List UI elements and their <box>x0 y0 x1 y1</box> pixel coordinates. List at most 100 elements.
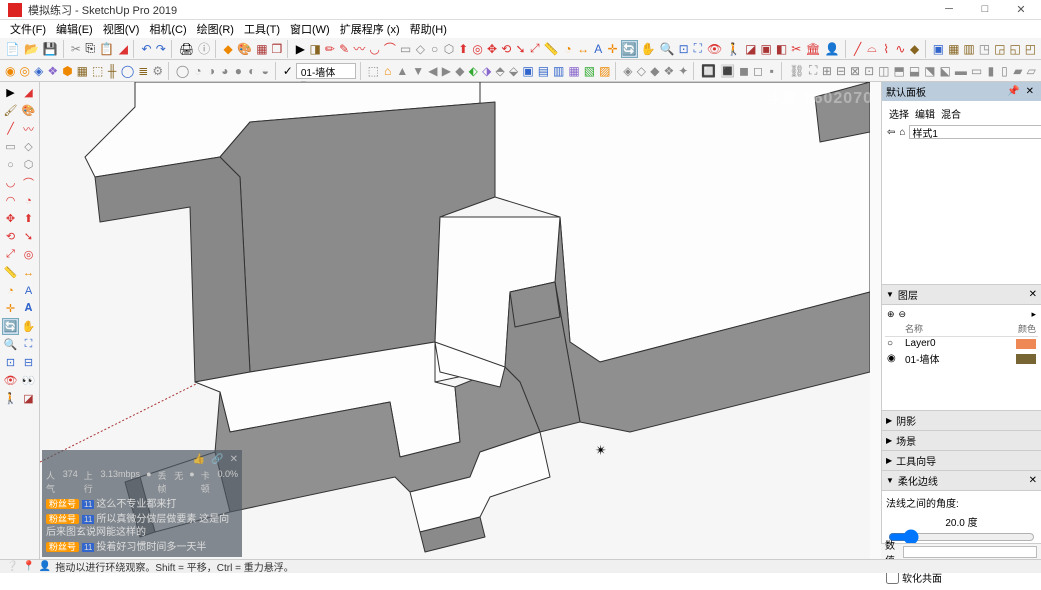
lt-rotate-icon[interactable]: ⟲ <box>2 228 19 245</box>
ext-line-icon[interactable]: ╱ <box>852 40 864 58</box>
lt-zoomext-icon[interactable]: ⛶ <box>20 336 37 353</box>
lt-push-icon[interactable]: ⬆ <box>20 210 37 227</box>
walk-icon[interactable]: 🚶 <box>725 40 742 58</box>
dimension-icon[interactable]: ↔ <box>576 40 590 58</box>
text-icon[interactable]: A <box>592 40 604 58</box>
g11-icon[interactable]: ⬕ <box>939 62 952 80</box>
lt-prev-icon[interactable]: ⊟ <box>20 354 37 371</box>
overlay-like-icon[interactable]: 👍 <box>193 454 205 465</box>
solid-7-icon[interactable]: ⬚ <box>91 62 104 80</box>
lt-poly-icon[interactable]: ⬡ <box>20 156 37 173</box>
g14-icon[interactable]: ▮ <box>985 62 996 80</box>
component-icon[interactable]: ◆ <box>222 40 234 58</box>
menu-help[interactable]: 帮助(H) <box>406 19 451 39</box>
ext-2-icon[interactable]: ▣ <box>932 40 945 58</box>
f5-icon[interactable]: ▪ <box>766 62 777 80</box>
f1-icon[interactable]: 🔲 <box>700 62 717 80</box>
layer-mgr-icon[interactable]: ≣ <box>137 62 149 80</box>
measurements-input[interactable] <box>903 546 1037 558</box>
lt-select-icon[interactable]: ▶ <box>2 84 19 101</box>
home-icon[interactable]: ⌂ <box>899 127 905 138</box>
g3-icon[interactable]: ⊞ <box>821 62 833 80</box>
check-icon[interactable]: ✓ <box>282 62 294 80</box>
v2-icon[interactable]: ⌂ <box>382 62 393 80</box>
r4-icon[interactable]: ◕ <box>219 62 230 80</box>
g4-icon[interactable]: ⊟ <box>835 62 847 80</box>
lt-paint-icon[interactable]: 🖌 <box>2 102 19 119</box>
e1-icon[interactable]: ◈ <box>622 62 633 80</box>
lt-pie-icon[interactable]: ◔ <box>20 192 37 209</box>
v3-icon[interactable]: ▲ <box>395 62 409 80</box>
style-name-input[interactable] <box>909 125 1041 139</box>
solid-8-icon[interactable]: ╫ <box>106 62 117 80</box>
pushpull-icon[interactable]: ⬆ <box>457 40 469 58</box>
solid-9-icon[interactable]: ◯ <box>120 62 135 80</box>
g9-icon[interactable]: ⬓ <box>908 62 921 80</box>
f3-icon[interactable]: ◼ <box>738 62 750 80</box>
lt-scale-icon[interactable]: ⤢ <box>2 246 19 263</box>
back-arrow-icon[interactable]: ⇦ <box>887 127 895 138</box>
lt-free-icon[interactable]: 〰 <box>20 120 37 137</box>
lt-rect-icon[interactable]: ▭ <box>2 138 19 155</box>
layer-dropdown[interactable]: 01-墙体 ▾ <box>296 63 356 79</box>
e2-icon[interactable]: ◇ <box>636 62 647 80</box>
paint-icon[interactable]: 🎨 <box>236 40 253 58</box>
e3-icon[interactable]: ◆ <box>649 62 660 80</box>
remove-layer-icon[interactable]: ⊖ <box>899 309 907 320</box>
eraser-icon[interactable]: ✏ <box>324 40 336 58</box>
position-camera-icon[interactable]: 👁 <box>706 40 723 58</box>
save-icon[interactable]: 💾 <box>42 40 59 58</box>
section-fill-icon[interactable]: ◧ <box>775 40 788 58</box>
solid-4-icon[interactable]: ❖ <box>46 62 59 80</box>
orbit-icon[interactable]: 🔄 <box>621 40 638 58</box>
copy-icon[interactable]: ⎘ <box>84 40 96 58</box>
menu-file[interactable]: 文件(F) <box>6 19 50 39</box>
overlay-share-icon[interactable]: 🔗 <box>211 454 223 465</box>
g13-icon[interactable]: ▭ <box>970 62 983 80</box>
solid-6-icon[interactable]: ▦ <box>76 62 89 80</box>
r3-icon[interactable]: ◑ <box>206 62 217 80</box>
r1-icon[interactable]: ◯ <box>175 62 190 80</box>
make-comp-icon[interactable]: ◨ <box>308 40 321 58</box>
ext-arc-icon[interactable]: ⌓ <box>866 40 878 58</box>
minimize-button[interactable]: ─ <box>937 3 961 16</box>
v1-icon[interactable]: ⬚ <box>367 62 380 80</box>
lt-arc2-icon[interactable]: ⌒ <box>20 174 37 191</box>
cut-icon[interactable]: ✂ <box>70 40 82 58</box>
g1-icon[interactable]: ⛓ <box>788 62 805 80</box>
v17-icon[interactable]: ▨ <box>598 62 611 80</box>
lt-line-icon[interactable]: ╱ <box>2 120 19 137</box>
v16-icon[interactable]: ▧ <box>583 62 596 80</box>
r5-icon[interactable]: ● <box>233 62 244 80</box>
open-icon[interactable]: 📂 <box>23 40 40 58</box>
lt-look-icon[interactable]: 👀 <box>20 372 37 389</box>
geo-icon[interactable]: 📍 <box>22 561 34 572</box>
close-button[interactable]: ✕ <box>1009 3 1033 16</box>
rect-icon[interactable]: ▭ <box>399 40 412 58</box>
print-icon[interactable]: 🖨 <box>178 40 195 58</box>
layer-color-swatch[interactable] <box>1016 339 1036 349</box>
layer-color-swatch[interactable] <box>1016 354 1036 364</box>
lt-pan-icon[interactable]: ✋ <box>20 318 37 335</box>
g5-icon[interactable]: ⊠ <box>849 62 861 80</box>
lt-walk-icon[interactable]: 🚶 <box>2 390 19 407</box>
axes-icon[interactable]: ✛ <box>606 40 618 58</box>
ext-4-icon[interactable]: ▥ <box>962 40 975 58</box>
r2-icon[interactable]: ◔ <box>192 62 203 80</box>
followme-icon[interactable]: ➘ <box>514 40 526 58</box>
ext-6-icon[interactable]: ◲ <box>993 40 1006 58</box>
tray-header[interactable]: 默认面板 📌 ✕ <box>882 82 1041 101</box>
offset-icon[interactable]: ◎ <box>471 40 483 58</box>
visibility-toggle-icon[interactable]: ◉ <box>887 353 901 364</box>
ext-5-icon[interactable]: ◳ <box>978 40 991 58</box>
overlay-close-icon[interactable]: ✕ <box>230 454 238 465</box>
maximize-button[interactable]: □ <box>973 3 997 16</box>
zoom-extents-icon[interactable]: ⛶ <box>692 40 704 58</box>
settings-icon[interactable]: ⚙ <box>151 62 164 80</box>
tab-edit[interactable]: 编辑 <box>915 106 935 121</box>
scale-icon[interactable]: ⤢ <box>529 40 541 58</box>
layer-menu-icon[interactable]: ▸ <box>1031 309 1036 320</box>
layers-panel-header[interactable]: ▼图层 ✕ <box>882 285 1041 305</box>
panel-close-icon[interactable]: ✕ <box>1029 289 1037 300</box>
lt-sect-icon[interactable]: ◪ <box>20 390 37 407</box>
